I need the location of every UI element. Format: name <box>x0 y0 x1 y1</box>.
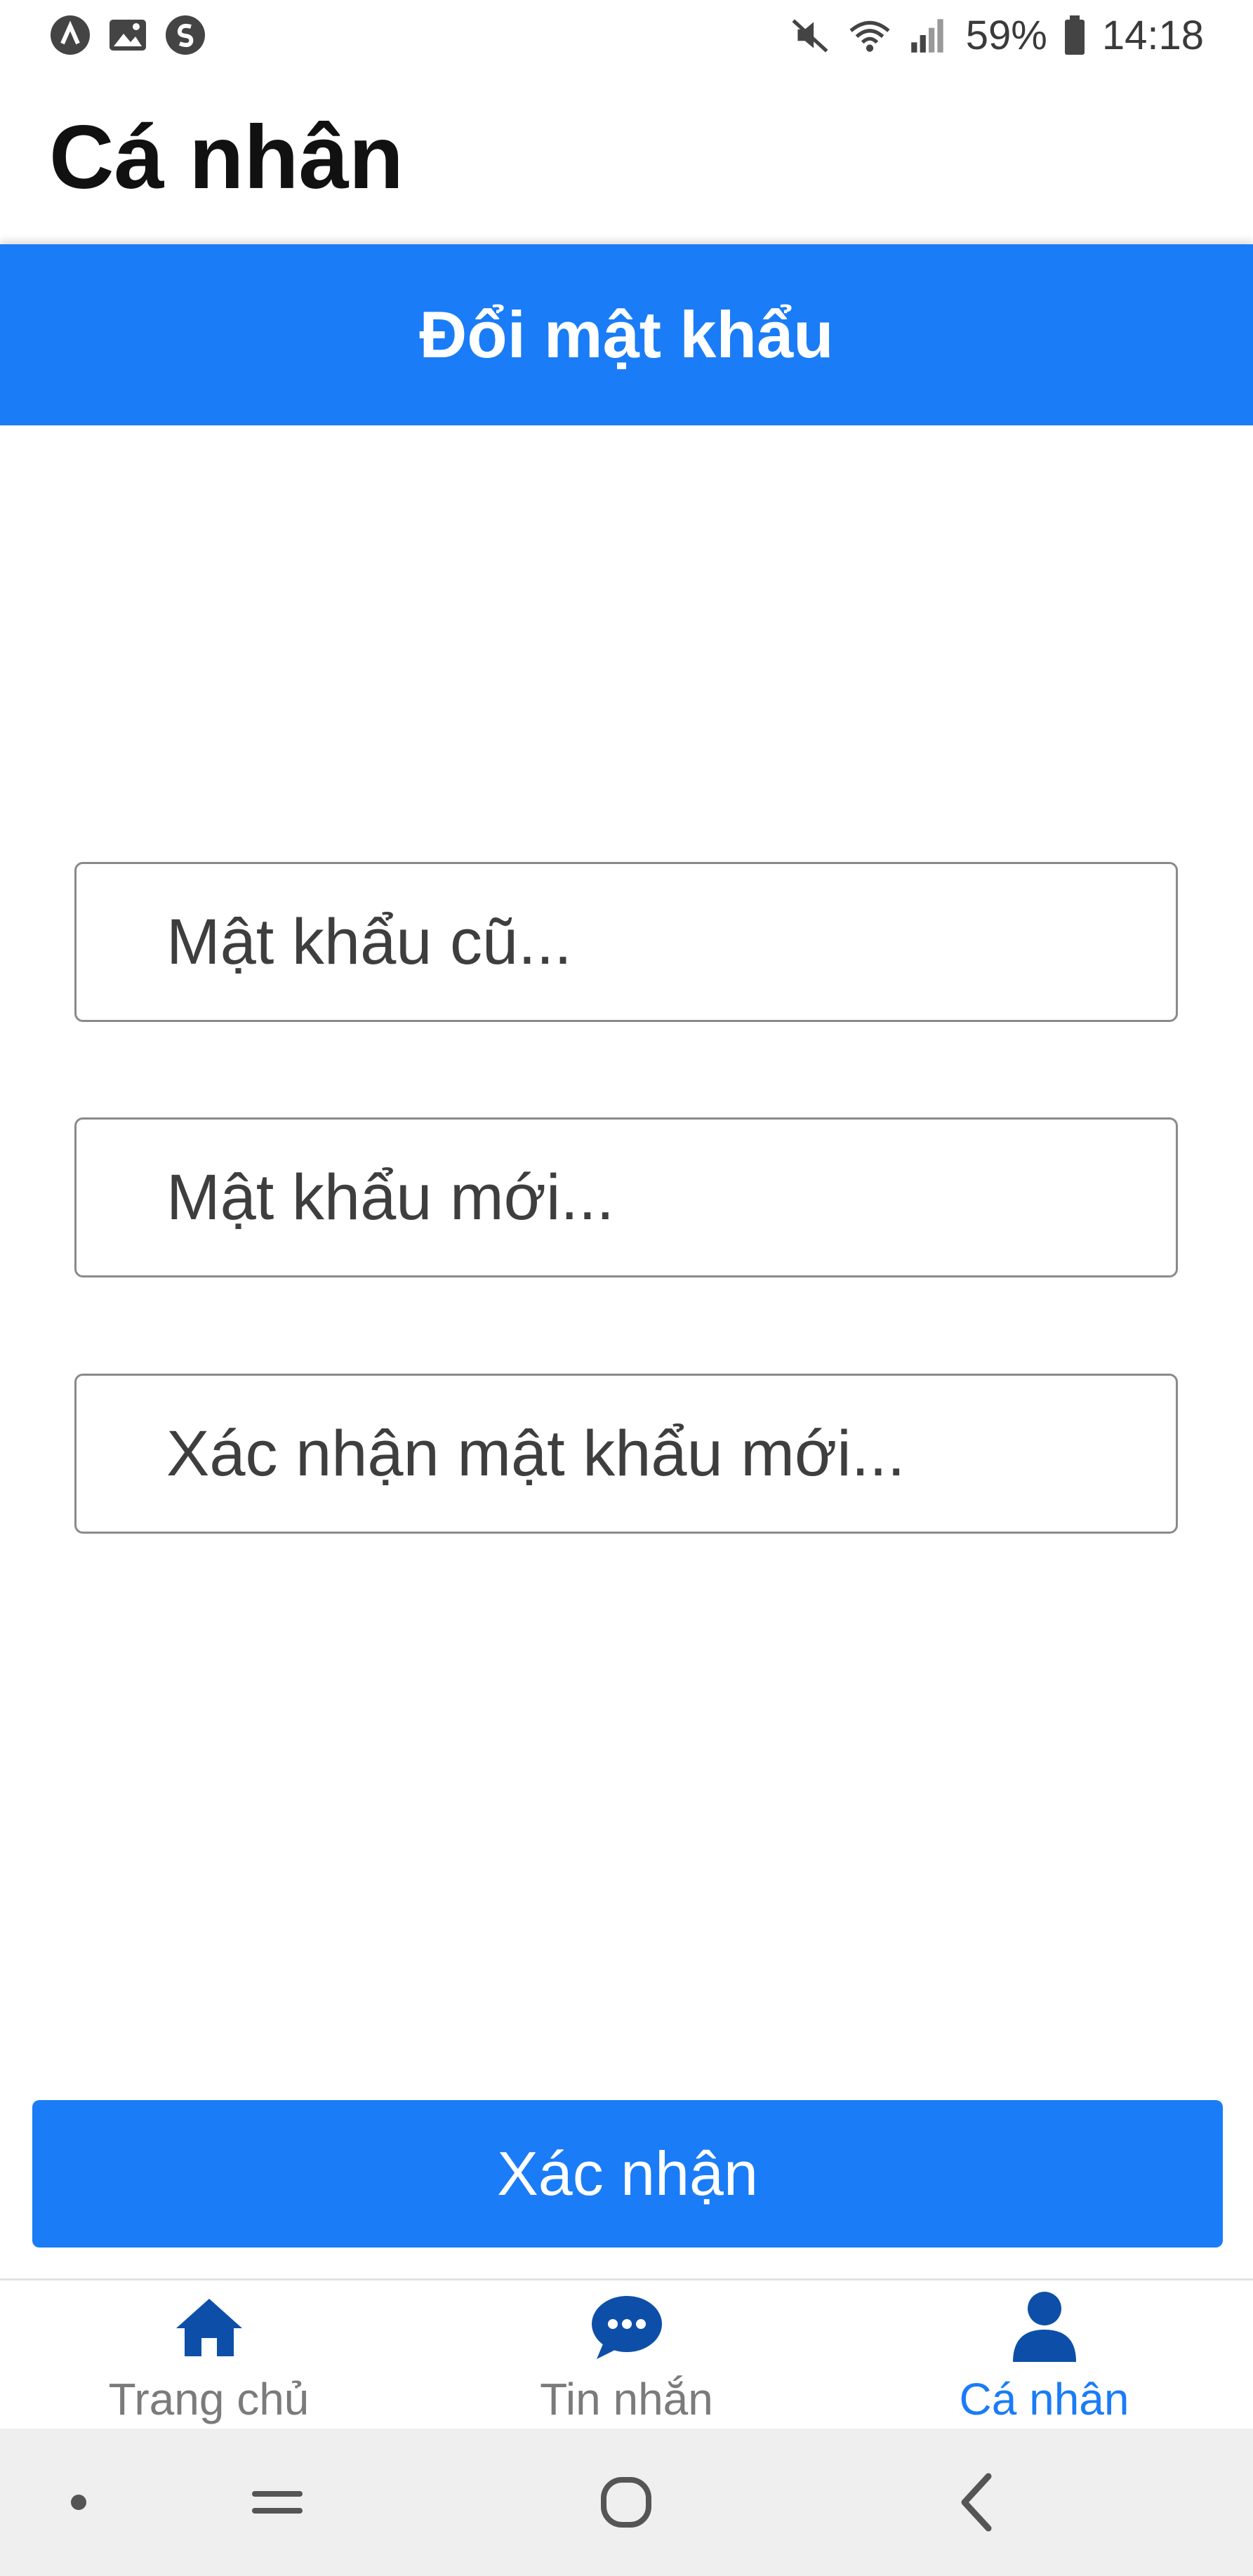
tab-home-label: Trang chủ <box>108 2374 310 2424</box>
page-title: Cá nhân <box>49 107 404 208</box>
person-icon <box>1012 2292 1076 2362</box>
app-s-icon <box>166 15 205 55</box>
new-password-input[interactable] <box>74 1117 1178 1277</box>
mute-icon <box>792 19 828 53</box>
clock: 14:18 <box>1101 12 1204 58</box>
confirm-password-input[interactable] <box>74 1374 1178 1534</box>
chat-icon <box>591 2296 662 2359</box>
old-password-input[interactable] <box>74 862 1178 1022</box>
home-icon <box>175 2299 242 2356</box>
status-bar: 59% 14:18 <box>0 0 1253 70</box>
system-nav-bar <box>0 2429 1253 2576</box>
app-a-icon <box>51 15 90 55</box>
bottom-tab-bar: Trang chủ Tin nhắn Cá nhân <box>0 2278 1253 2429</box>
tab-profile[interactable]: Cá nhân <box>835 2280 1253 2429</box>
back-icon[interactable] <box>956 2471 998 2534</box>
notification-icons <box>49 14 206 56</box>
dot-icon[interactable] <box>68 2492 89 2513</box>
image-icon <box>110 20 146 51</box>
recent-apps-icon[interactable] <box>249 2481 305 2523</box>
tab-messages[interactable]: Tin nhắn <box>418 2280 835 2429</box>
battery-icon <box>1064 15 1085 55</box>
system-status: 59% 14:18 <box>789 12 1204 59</box>
section-banner: Đổi mật khẩu <box>0 244 1253 425</box>
signal-icon <box>910 19 943 53</box>
tab-messages-label: Tin nhắn <box>540 2374 713 2424</box>
wifi-icon <box>849 20 890 52</box>
app-header: Cá nhân <box>0 70 1253 244</box>
tab-profile-label: Cá nhân <box>959 2374 1129 2424</box>
battery-percent: 59% <box>965 12 1047 58</box>
home-button-icon[interactable] <box>598 2474 654 2530</box>
section-title: Đổi mật khẩu <box>419 298 834 371</box>
tab-home[interactable]: Trang chủ <box>0 2280 418 2429</box>
confirm-button[interactable]: Xác nhận <box>32 2100 1223 2248</box>
